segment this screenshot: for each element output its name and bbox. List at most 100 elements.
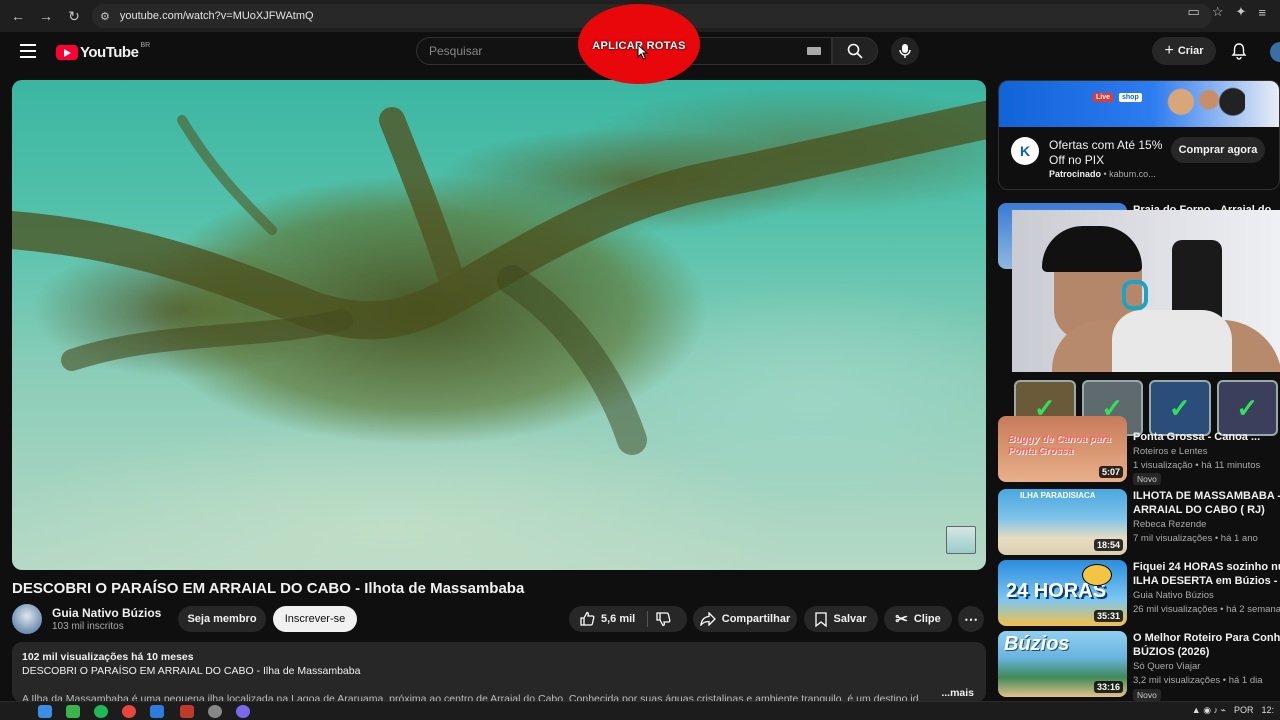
rec-meta: 7 mil visualizações • há 1 ano (1133, 533, 1258, 544)
reload-icon[interactable]: ↻ (60, 2, 88, 30)
microphone-icon (899, 44, 911, 58)
back-icon[interactable]: ← (4, 2, 32, 30)
spotify-icon[interactable] (94, 705, 108, 718)
browser-actions: ▭ ☆ ✦ ≡ (1188, 4, 1280, 20)
like-count: 5,6 mil (601, 613, 636, 625)
keyboard-icon[interactable] (807, 47, 821, 55)
like-button[interactable]: 5,6 mil (579, 611, 635, 627)
app-icon[interactable] (236, 705, 250, 718)
more-actions-icon[interactable]: ⋯ (958, 606, 984, 632)
video-thumbnail: ILHA PARADISIACA 18:54 (998, 489, 1127, 555)
ad-title: Ofertas com Até 15% Off no PIX (1049, 138, 1163, 167)
dislike-button[interactable] (655, 611, 671, 630)
extensions-icon[interactable]: ✦ (1236, 4, 1247, 20)
like-dislike-group: 5,6 mil (569, 606, 687, 632)
share-label: Compartilhar (721, 613, 791, 625)
bookmark-icon (815, 611, 828, 627)
url-text: youtube.com/watch?v=MUoXJFWAtmQ (119, 10, 314, 22)
video-corner-thumbnail (946, 526, 976, 554)
account-avatar[interactable] (1270, 42, 1280, 62)
save-label: Salvar (833, 613, 867, 625)
subscribe-button[interactable]: Inscrever-se (273, 606, 357, 632)
thumbnail-overlay-text: Buggy de Canoa para Ponta Grossa (1008, 434, 1111, 457)
list-item[interactable]: 24 HORAS 35:31 Fiquei 24 HORAS sozinho n… (998, 560, 1280, 626)
views-and-date: 102 mil visualizações há 10 meses (22, 651, 194, 663)
notifications-bell-icon[interactable] (1230, 42, 1248, 65)
video-thumbnail: Buggy de Canoa para Ponta Grossa 5:07 (998, 416, 1127, 482)
thumbs-down-icon (656, 612, 671, 627)
windows-start-icon[interactable] (38, 705, 52, 718)
hundred-k-badge (1082, 564, 1112, 586)
description-box[interactable]: 102 mil visualizações há 10 meses DESCOB… (12, 642, 986, 705)
video-player[interactable] (12, 80, 986, 570)
forward-icon[interactable]: → (32, 2, 60, 30)
streamer-webcam (1012, 210, 1280, 372)
system-tray: ▲ ◉ ♪ ⌁ POR 12: (1192, 705, 1274, 716)
tray-icons[interactable]: ▲ ◉ ♪ ⌁ (1192, 705, 1226, 716)
webcam-cap (1042, 226, 1142, 272)
shop-tag: shop (1119, 93, 1142, 102)
live-tag: Live (1093, 93, 1114, 102)
list-item[interactable]: ILHA PARADISIACA 18:54 ILHOTA DE MASSAMB… (998, 489, 1280, 555)
country-code: BR (140, 42, 151, 49)
youtube-play-icon (56, 45, 78, 60)
mouse-cursor-icon (637, 44, 649, 60)
rec-channel: Roteiros e Lentes (1133, 446, 1208, 457)
clock[interactable]: 12: (1261, 705, 1274, 716)
search-button[interactable] (832, 37, 878, 65)
new-badge: Novo (1133, 689, 1161, 701)
video-title: DESCOBRI O PARAÍSO EM ARRAIAL DO CABO - … (12, 580, 525, 597)
os-taskbar: ▲ ◉ ♪ ⌁ POR 12: (0, 701, 1280, 720)
list-item[interactable]: Buggy de Canoa para Ponta Grossa 5:07 Po… (998, 416, 1280, 485)
menu-icon[interactable]: ≡ (1258, 5, 1266, 20)
rec-title-line-2: ILHA DESERTA em Búzios - ... (1133, 575, 1280, 587)
thumbnail-overlay-text: ILHA PARADISIACA (1020, 491, 1096, 500)
duration-badge: 18:54 (1093, 539, 1123, 551)
rec-title: Fiquei 24 HORAS sozinho num (1133, 561, 1280, 573)
ad-banner-image: Live shop (999, 81, 1279, 127)
bookmark-star-icon[interactable]: ☆ (1212, 4, 1224, 20)
site-settings-icon[interactable]: ⚙ (100, 10, 110, 23)
share-button[interactable]: Compartilhar (693, 606, 797, 632)
create-label: Criar (1177, 45, 1204, 57)
show-more-link[interactable]: ...mais (941, 686, 974, 700)
share-icon (700, 612, 716, 626)
thumbnail-overlay-text: Búzios (1004, 633, 1070, 655)
rec-title-line-2: ARRAIAL DO CABO ( RJ) (1133, 504, 1265, 516)
app-icon[interactable] (150, 705, 164, 718)
duration-badge: 33:16 (1093, 681, 1123, 693)
divider (647, 611, 648, 627)
join-button[interactable]: Seja membro (178, 606, 266, 632)
channel-name[interactable]: Guia Nativo Búzios (52, 606, 161, 620)
app-icon[interactable] (66, 705, 80, 718)
rec-title: ILHOTA DE MASSAMBABA - (1133, 490, 1280, 502)
chrome-icon[interactable] (122, 705, 136, 718)
headphones-icon (1122, 280, 1148, 310)
app-icon[interactable] (208, 705, 222, 718)
hamburger-menu-icon[interactable] (20, 44, 36, 58)
video-thumbnail: Búzios 33:16 (998, 631, 1127, 697)
app-icon[interactable] (180, 705, 194, 718)
create-button[interactable]: + Criar (1152, 37, 1216, 65)
rec-channel: Guia Nativo Búzios (1133, 590, 1214, 601)
description-line-1: DESCOBRI O PARAÍSO EM ARRAIAL DO CABO - … (22, 665, 361, 677)
rec-channel: Rebeca Rezende (1133, 519, 1207, 530)
channel-avatar[interactable] (12, 604, 42, 634)
ad-sponsor-line: Patrocinado • kabum.co... (1049, 169, 1156, 179)
clip-button[interactable]: ✂ Clipe (884, 606, 952, 632)
plus-icon: + (1164, 42, 1174, 59)
input-language[interactable]: POR (1234, 705, 1254, 716)
new-badge: Novo (1133, 473, 1161, 485)
voice-search-button[interactable] (891, 37, 919, 65)
cast-icon[interactable]: ▭ (1188, 4, 1200, 20)
search-icon (847, 43, 863, 59)
list-item[interactable]: Búzios 33:16 O Melhor Roteiro Para Conhe… (998, 631, 1280, 701)
rec-title: Ponta Grossa - Canoa ... (1133, 431, 1261, 443)
sponsored-ad-card[interactable]: Live shop K Ofertas com Até 15% Off no P… (998, 80, 1280, 190)
video-frame-trunk (12, 101, 986, 455)
ad-domain: kabum.co... (1109, 169, 1156, 179)
save-button[interactable]: Salvar (804, 606, 878, 632)
ad-people-graphic (1165, 85, 1245, 127)
youtube-logo[interactable]: YouTube BR (56, 42, 151, 61)
shop-now-button[interactable]: Comprar agora (1171, 137, 1265, 163)
